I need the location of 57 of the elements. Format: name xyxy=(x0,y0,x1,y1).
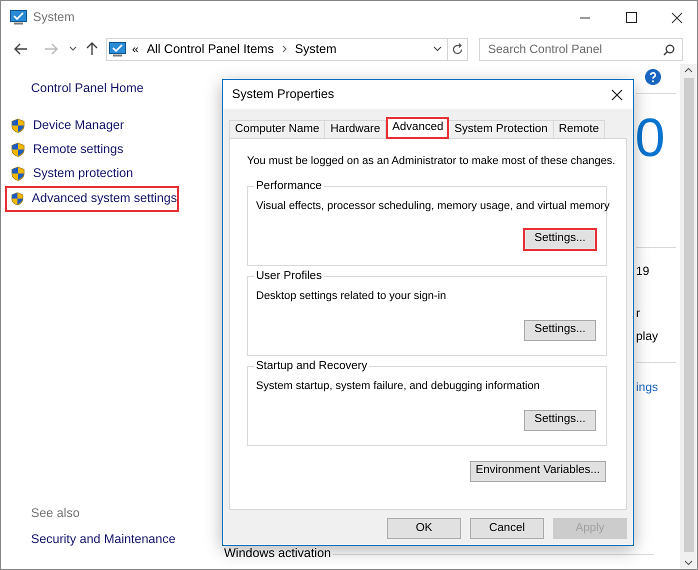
dialog-button[interactable]: OK xyxy=(387,518,461,539)
text-fragment: play xyxy=(636,328,660,345)
description-text: Visual effects, processor scheduling, memory usage, and virtual memory xyxy=(256,198,610,214)
chevron-down-icon[interactable] xyxy=(69,46,77,52)
shield-icon xyxy=(11,166,25,182)
sidebar-link[interactable]: Control Panel Home xyxy=(31,79,219,98)
computer-icon xyxy=(10,10,27,25)
sidebar-link[interactable]: Security and Maintenance xyxy=(31,530,219,549)
back-arrow-icon[interactable] xyxy=(14,43,28,55)
tab[interactable]: Hardware xyxy=(324,120,386,138)
group-title: Startup and Recovery xyxy=(254,358,370,372)
help-icon[interactable] xyxy=(645,69,661,85)
environment-variables-button[interactable]: Environment Variables... xyxy=(470,460,606,482)
breadcrumb[interactable]: System xyxy=(294,40,337,58)
refresh-icon[interactable] xyxy=(452,43,463,55)
address-bar[interactable]: « All Control Panel Items System xyxy=(106,38,468,60)
maximize-icon[interactable] xyxy=(626,12,637,23)
description-text: Desktop settings related to your sign-in xyxy=(256,288,446,304)
chevron-right-icon xyxy=(282,45,287,53)
scrollbar[interactable] xyxy=(680,64,697,569)
settings-button[interactable]: Settings... xyxy=(523,228,597,250)
text-fragment: r xyxy=(636,305,641,322)
scroll-down-icon[interactable] xyxy=(684,560,693,566)
chevron-down-icon[interactable] xyxy=(433,46,442,52)
dialog-title: System Properties xyxy=(232,86,334,104)
section-heading: Windows activation xyxy=(224,545,331,562)
dialog-button[interactable]: Cancel xyxy=(470,518,544,539)
window-title: System xyxy=(33,9,75,26)
sidebar-link[interactable]: System protection xyxy=(33,164,134,184)
description-text: System startup, system failure, and debugging information xyxy=(256,378,540,394)
computer-icon xyxy=(109,42,126,56)
group-title: User Profiles xyxy=(254,268,324,282)
link-text[interactable]: ings xyxy=(636,378,676,396)
section-heading: See also xyxy=(31,504,81,522)
shield-icon xyxy=(11,118,25,134)
logo-fragment: 0 xyxy=(635,108,666,168)
close-icon[interactable] xyxy=(611,88,623,100)
shield-icon xyxy=(11,190,24,207)
tab[interactable]: Computer Name xyxy=(229,120,326,138)
notice-text: You must be logged on as an Administrator to make most of these changes. xyxy=(247,154,616,169)
group-title: Performance xyxy=(254,178,324,192)
settings-button[interactable]: Settings... xyxy=(524,320,596,340)
tab[interactable]: Remote xyxy=(552,120,605,138)
version-text: 19 xyxy=(636,263,650,280)
breadcrumb[interactable]: All Control Panel Items xyxy=(146,40,274,58)
scroll-up-icon[interactable] xyxy=(684,67,693,73)
sidebar-link[interactable]: Remote settings xyxy=(33,140,124,160)
search-icon xyxy=(663,44,675,56)
up-arrow-icon[interactable] xyxy=(86,42,98,56)
close-icon[interactable] xyxy=(671,12,683,24)
breadcrumb-prefix[interactable]: « xyxy=(132,40,139,58)
tab[interactable]: Advanced xyxy=(386,117,450,139)
sidebar-link[interactable]: Device Manager xyxy=(33,116,124,136)
sidebar-link[interactable]: Advanced system settings xyxy=(32,189,177,208)
settings-button[interactable]: Settings... xyxy=(524,410,596,430)
shield-icon xyxy=(11,142,25,158)
search-field[interactable]: Search Control Panel xyxy=(479,38,683,60)
